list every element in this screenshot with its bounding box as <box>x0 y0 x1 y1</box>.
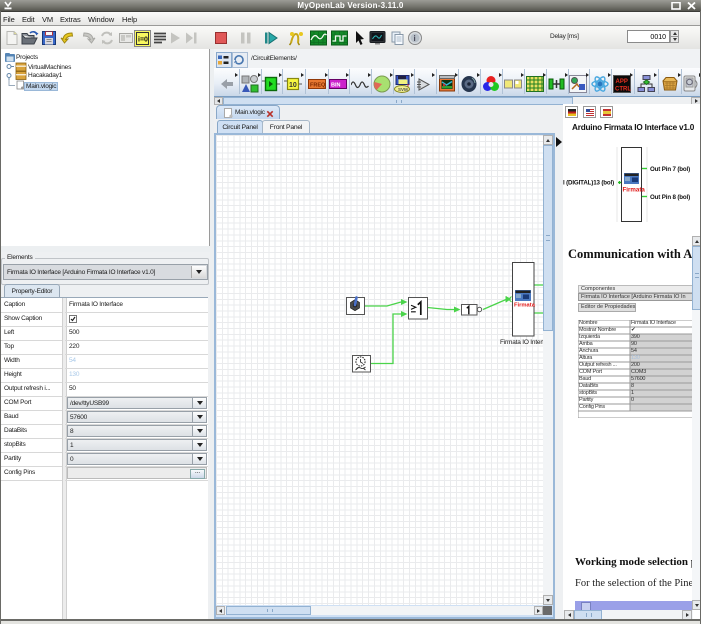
svg-text:Firmata: Firmata <box>623 187 646 194</box>
svg-text:CTRL: CTRL <box>615 87 631 93</box>
svg-text:Out Pin 8 (bol): Out Pin 8 (bol) <box>650 194 690 201</box>
svg-text:l (DIGITAL)13 (bol): l (DIGITAL)13 (bol) <box>563 180 614 187</box>
svg-text:APP: APP <box>616 79 628 85</box>
svg-text:FREQ: FREQ <box>310 83 326 89</box>
svg-text:SVM: SVM <box>398 87 408 92</box>
svg-text:i=0: i=0 <box>138 37 148 44</box>
svg-text:Firmata: Firmata <box>514 303 536 309</box>
svg-text:Out Pin 7 (bol): Out Pin 7 (bol) <box>650 166 690 173</box>
svg-text:10: 10 <box>289 82 297 89</box>
svg-text:i: i <box>414 34 416 43</box>
svg-text:BIN: BIN <box>331 83 341 89</box>
